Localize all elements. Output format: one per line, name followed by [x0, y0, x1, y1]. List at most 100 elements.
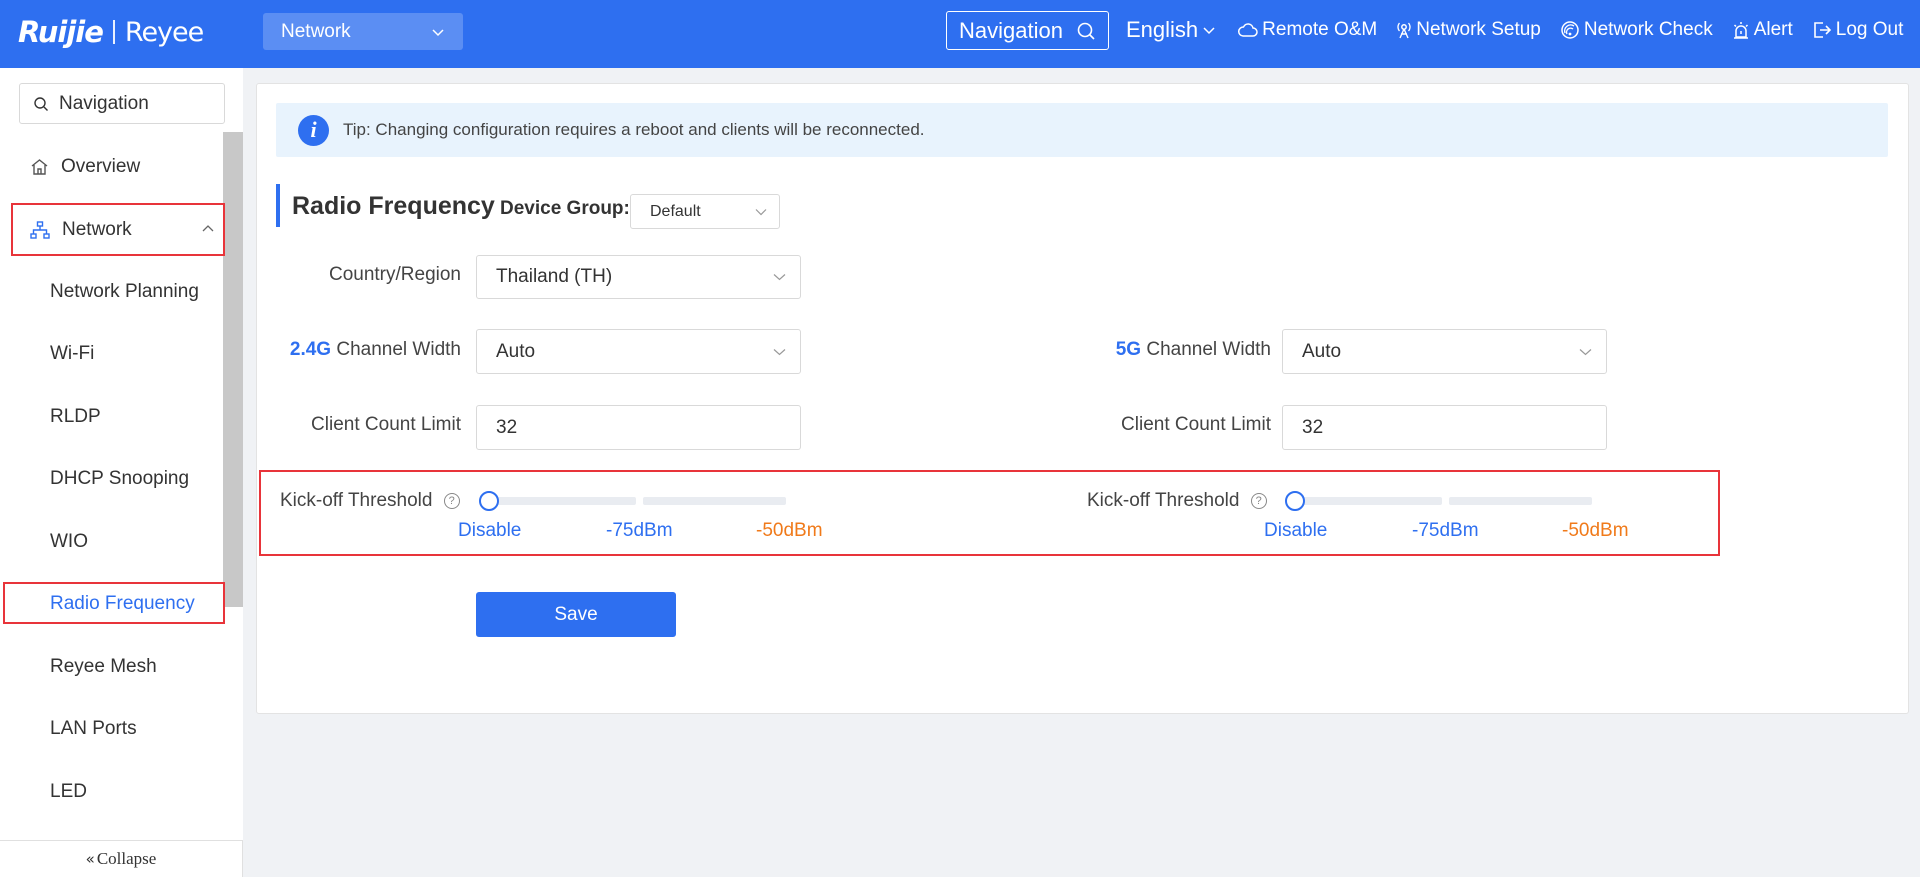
client-count-limit-24g-label: Client Count Limit: [311, 414, 461, 435]
client-count-limit-24g-input[interactable]: 32: [476, 405, 801, 450]
sidebar-item-dhcp-snooping[interactable]: DHCP Snooping: [0, 454, 222, 504]
search-icon: [1077, 22, 1095, 40]
country-region-select[interactable]: Thailand (TH): [476, 255, 801, 299]
kickoff-24g-slider-track-low[interactable]: [489, 497, 636, 505]
kickoff-threshold-label-text: Kick-off Threshold: [1087, 490, 1240, 511]
language-label: English: [1126, 17, 1199, 42]
tip-banner: i Tip: Changing configuration requires a…: [276, 103, 1888, 157]
device-group-select[interactable]: Default: [630, 194, 780, 229]
channel-width-label: Channel Width: [336, 339, 461, 360]
band-24g-label: 2.4G: [289, 339, 332, 360]
section-accent-bar: [276, 184, 280, 227]
kickoff-24g-mark-50[interactable]: -50dBm: [756, 520, 823, 542]
top-bar: Ruijie Reyee Network Navigation English …: [0, 0, 1920, 68]
sidebar-scrollbar-thumb[interactable]: [223, 132, 243, 607]
sidebar-item-network[interactable]: Network: [0, 205, 222, 255]
sidebar-item-label: Overview: [61, 156, 141, 177]
channel-width-5g-label: 5G Channel Width: [1080, 339, 1271, 361]
network-check-icon: [1561, 21, 1579, 39]
kickoff-24g-slider-handle[interactable]: [479, 491, 499, 511]
reyee-logo: Reyee: [124, 16, 204, 48]
chevron-down-icon: [773, 274, 786, 281]
brand-logo[interactable]: Ruijie Reyee: [18, 12, 204, 52]
sidebar-item-label: LED: [50, 781, 87, 802]
kickoff-5g-slider-track-low[interactable]: [1295, 497, 1442, 505]
alert-link[interactable]: Alert: [1732, 19, 1793, 41]
alarm-icon: [1733, 22, 1748, 39]
channel-width-24g-select[interactable]: Auto: [476, 329, 801, 374]
kickoff-24g-mark-75[interactable]: -75dBm: [606, 520, 673, 542]
help-icon[interactable]: ?: [1250, 492, 1267, 509]
kickoff-threshold-label-text: Kick-off Threshold: [280, 490, 433, 511]
network-setup-label: Network Setup: [1416, 19, 1541, 40]
remote-om-link[interactable]: Remote O&M: [1238, 19, 1377, 41]
collapse-label: Collapse: [96, 849, 157, 868]
client-count-limit-5g-label: Client Count Limit: [1121, 414, 1271, 435]
sidebar-item-label: Wi-Fi: [50, 343, 95, 364]
network-select[interactable]: Network: [263, 13, 463, 50]
remote-om-label: Remote O&M: [1262, 19, 1378, 40]
help-icon[interactable]: ?: [443, 492, 460, 509]
sidebar-item-label: Network Planning: [50, 281, 199, 302]
log-out-link[interactable]: Log Out: [1812, 19, 1904, 41]
country-region-value: Thailand (TH): [496, 266, 613, 287]
tower-icon: [1397, 22, 1411, 39]
info-icon: i: [298, 114, 329, 146]
sidebar-search-input[interactable]: Navigation: [19, 83, 225, 124]
network-topology-icon: [30, 221, 50, 239]
network-check-label: Network Check: [1583, 19, 1713, 40]
chevron-down-icon: [432, 28, 444, 36]
client-count-limit-5g-input[interactable]: 32: [1282, 405, 1607, 450]
sidebar-item-label: Reyee Mesh: [50, 656, 157, 677]
sidebar-item-label: LAN Ports: [50, 718, 137, 739]
ruijie-logo: Ruijie: [18, 15, 104, 49]
kickoff-5g-slider-track-high[interactable]: [1449, 497, 1592, 505]
channel-width-24g-label: 2.4G Channel Width: [270, 339, 461, 361]
channel-width-24g-value: Auto: [496, 340, 536, 362]
sidebar-item-wifi[interactable]: Wi-Fi: [0, 329, 222, 379]
client-count-limit-5g-value: 32: [1302, 416, 1324, 438]
band-5g-label: 5G: [1115, 339, 1142, 360]
alert-label: Alert: [1753, 19, 1793, 40]
client-count-limit-24g-value: 32: [496, 416, 518, 438]
chevron-down-icon: [1579, 348, 1592, 355]
kickoff-threshold-24g-label: Kick-off Threshold ?: [280, 490, 460, 512]
channel-width-5g-value: Auto: [1302, 340, 1342, 362]
device-group-value: Default: [650, 202, 701, 220]
sidebar-item-overview[interactable]: Overview: [0, 142, 222, 192]
save-button[interactable]: Save: [476, 592, 676, 637]
kickoff-5g-slider-handle[interactable]: [1285, 491, 1305, 511]
header-links: English Remote O&M Network Setup Network…: [1126, 0, 1920, 60]
device-group-label: Device Group:: [500, 198, 630, 219]
sidebar-item-network-planning[interactable]: Network Planning: [0, 267, 222, 317]
chevron-down-icon: [755, 208, 767, 215]
sidebar-item-label: WIO: [50, 531, 88, 552]
sidebar-item-label: Radio Frequency: [50, 593, 195, 614]
log-out-label: Log Out: [1835, 19, 1904, 40]
sidebar-item-led[interactable]: LED: [0, 767, 222, 817]
sidebar-item-lan-ports[interactable]: LAN Ports: [0, 704, 222, 754]
double-chevron-left-icon: «: [85, 850, 95, 868]
navigation-search-button[interactable]: Navigation: [946, 11, 1109, 50]
sidebar: Navigation Overview Network Network Plan…: [0, 68, 243, 877]
kickoff-5g-mark-50[interactable]: -50dBm: [1562, 520, 1629, 542]
sidebar-item-radio-frequency[interactable]: Radio Frequency: [0, 579, 222, 629]
network-check-link[interactable]: Network Check: [1560, 19, 1713, 41]
network-setup-link[interactable]: Network Setup: [1396, 19, 1541, 41]
collapse-sidebar-button[interactable]: « Collapse: [0, 840, 243, 877]
sidebar-item-reyee-mesh[interactable]: Reyee Mesh: [0, 642, 222, 692]
kickoff-5g-mark-disable[interactable]: Disable: [1264, 520, 1327, 542]
tip-text: Tip: Changing configuration requires a r…: [343, 120, 925, 139]
chevron-down-icon: [773, 348, 786, 355]
sidebar-item-rldp[interactable]: RLDP: [0, 392, 222, 442]
kickoff-threshold-5g-label: Kick-off Threshold ?: [1087, 490, 1267, 512]
kickoff-24g-mark-disable[interactable]: Disable: [458, 520, 521, 542]
language-select[interactable]: English: [1126, 17, 1216, 43]
kickoff-24g-slider-track-high[interactable]: [643, 497, 786, 505]
sidebar-item-label: Network: [62, 219, 132, 240]
channel-width-5g-select[interactable]: Auto: [1282, 329, 1607, 374]
logo-divider: [112, 20, 115, 44]
kickoff-5g-mark-75[interactable]: -75dBm: [1412, 520, 1479, 542]
sidebar-item-label: RLDP: [50, 406, 101, 427]
sidebar-item-wio[interactable]: WIO: [0, 517, 222, 567]
